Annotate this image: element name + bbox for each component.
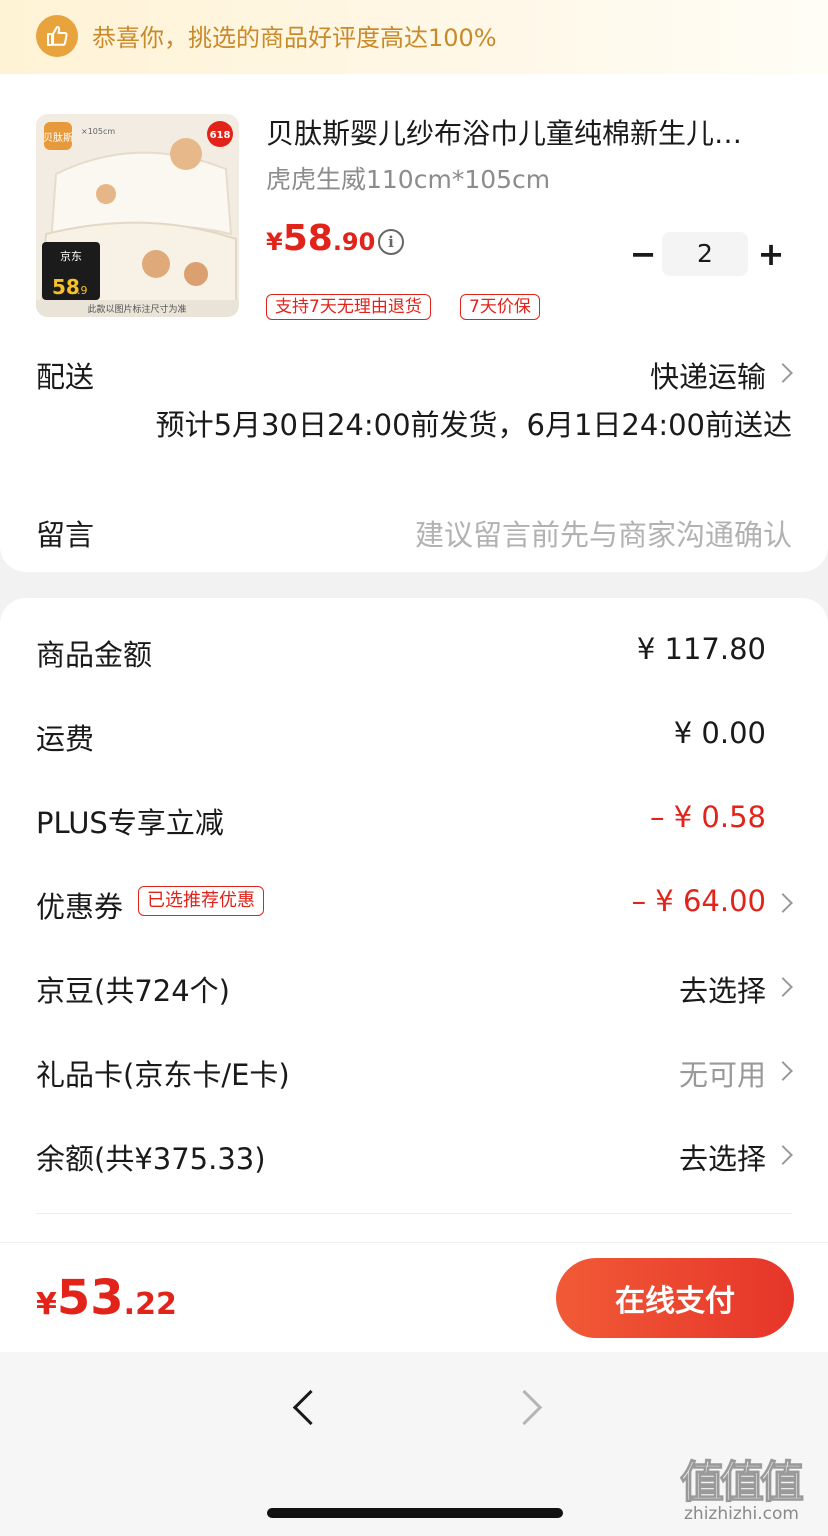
banner-text: 恭喜你，挑选的商品好评度高达100% (92, 24, 497, 52)
svg-text:×105cm: ×105cm (81, 127, 115, 136)
increase-quantity-button[interactable]: + (756, 236, 786, 272)
message-input[interactable]: 建议留言前先与商家沟通确认 (415, 512, 792, 554)
gift-card-value[interactable]: 无可用 (679, 1052, 766, 1094)
svg-text:58: 58 (52, 275, 80, 299)
delivery-method[interactable]: 快递运输 (650, 354, 766, 396)
product-title[interactable]: 贝肽斯婴儿纱布浴巾儿童纯棉新生儿… (266, 112, 796, 152)
chevron-right-icon[interactable] (773, 363, 793, 383)
plus-discount-label: PLUS专享立减 (36, 806, 224, 840)
price-decimal: .90 (332, 228, 376, 256)
quantity-stepper: − 2 + (618, 232, 798, 276)
total-decimal: .22 (123, 1287, 177, 1322)
total-price: ¥53.22 (36, 1270, 177, 1326)
order-item-card: 恭喜你，挑选的商品好评度高达100% 贝肽斯 ×105cm 618 京东 58 … (0, 0, 828, 572)
delivery-estimate: 预计5月30日24:00前发货，6月1日24:00前送达 (155, 408, 792, 442)
home-indicator[interactable] (267, 1508, 563, 1518)
quantity-input[interactable]: 2 (662, 232, 748, 276)
coupon-badge: 已选推荐优惠 (138, 886, 264, 916)
watermark: 值值值 zhizhizhi.com (679, 1446, 820, 1526)
praise-banner: 恭喜你，挑选的商品好评度高达100% (0, 0, 828, 74)
plus-discount-value: – ¥ 0.58 (650, 800, 766, 834)
decrease-quantity-button[interactable]: − (628, 236, 658, 272)
price-integer: 58 (282, 218, 333, 259)
delivery-label: 配送 (36, 360, 95, 394)
message-label: 留言 (36, 518, 95, 552)
jingdou-label: 京豆(共724个) (36, 974, 230, 1008)
total-integer: 53 (56, 1270, 124, 1326)
total-currency: ¥ (36, 1287, 57, 1322)
svg-text:此款以图片标注尺寸为准: 此款以图片标注尺寸为准 (87, 303, 186, 315)
product-image[interactable]: 贝肽斯 ×105cm 618 京东 58 .9 此款以图片标注尺寸为准 (36, 114, 239, 317)
price-currency: ¥ (266, 228, 283, 256)
watermark-domain: zhizhizhi.com (684, 1504, 799, 1524)
coupon-value[interactable]: – ¥ 64.00 (632, 884, 766, 918)
divider (36, 1213, 792, 1214)
shipping-fee-value: ¥ 0.00 (673, 716, 766, 750)
product-spec[interactable]: 虎虎生威110cm*105cm (266, 160, 550, 196)
svg-text:.9: .9 (77, 284, 88, 297)
watermark-logo: 值值值 (679, 1456, 804, 1508)
shipping-fee-label: 运费 (36, 722, 95, 756)
goods-amount-label: 商品金额 (36, 638, 153, 672)
balance-select[interactable]: 去选择 (679, 1136, 766, 1178)
thumbs-up-icon (36, 15, 78, 57)
goods-amount-value: ¥ 117.80 (636, 632, 766, 666)
gift-card-label: 礼品卡(京东卡/E卡) (36, 1058, 290, 1092)
svg-text:贝肽斯: 贝肽斯 (43, 131, 73, 144)
coupon-label[interactable]: 优惠券 (36, 884, 123, 926)
online-pay-button[interactable]: 在线支付 (556, 1258, 794, 1338)
jingdou-select[interactable]: 去选择 (679, 968, 766, 1010)
svg-text:618: 618 (210, 130, 231, 141)
svg-text:京东: 京东 (60, 249, 82, 263)
price-protection-tag: 7天价保 (460, 294, 540, 320)
return-policy-tag: 支持7天无理由退货 (266, 294, 431, 320)
balance-label: 余额(共¥375.33) (36, 1142, 266, 1176)
price-info-icon[interactable]: i (378, 229, 404, 255)
product-price: ¥58.90 (266, 218, 375, 259)
